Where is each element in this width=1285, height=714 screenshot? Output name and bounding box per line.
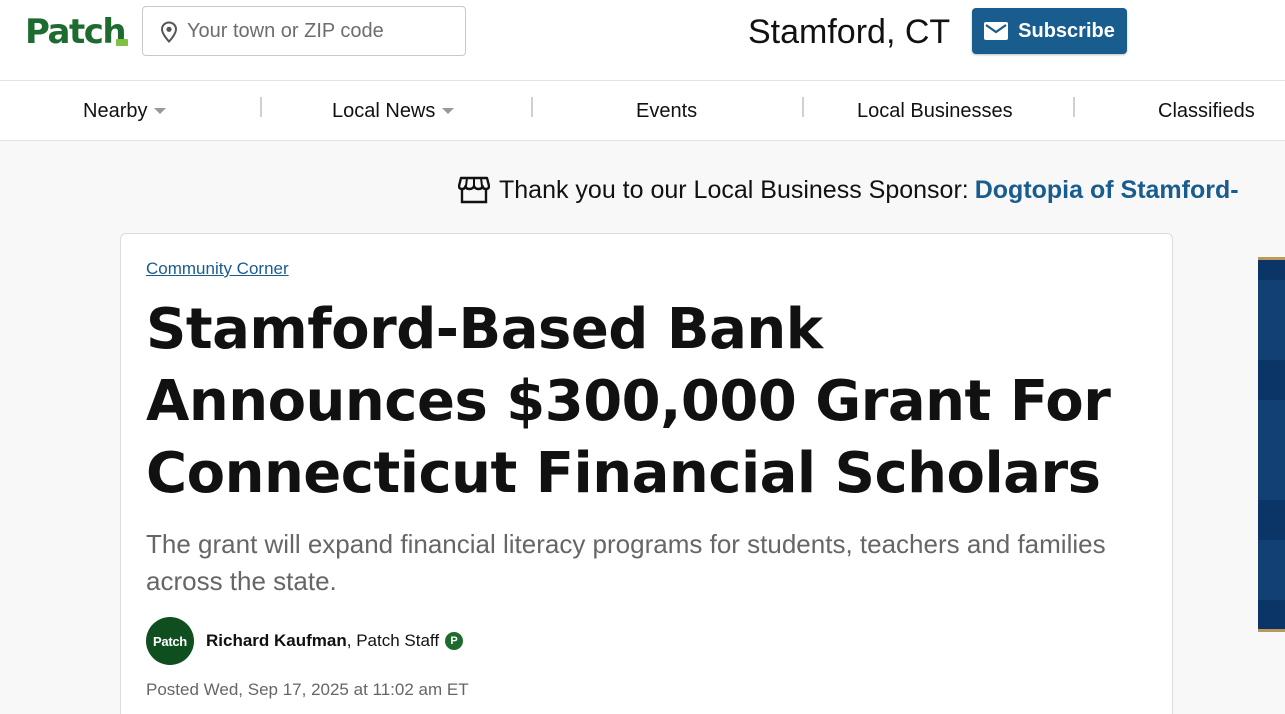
ad-panel <box>1258 280 1285 360</box>
patch-logo[interactable]: Patch <box>25 12 127 52</box>
sponsor-banner: Thank you to our Local Business Sponsor:… <box>458 170 1239 210</box>
author-role: , Patch Staff <box>346 631 440 650</box>
storefront-icon <box>458 176 490 204</box>
chevron-down-icon <box>442 108 455 114</box>
posted-timestamp: Posted Wed, Sep 17, 2025 at 11:02 am ET <box>146 680 469 699</box>
ad-panel <box>1258 540 1285 600</box>
nav-divider <box>260 97 262 117</box>
author-avatar[interactable]: Patch <box>146 617 194 665</box>
nav-item-local-news[interactable]: Local News <box>332 81 455 141</box>
nav-label: Events <box>636 99 698 122</box>
current-town: Stamford, CT <box>748 13 951 51</box>
sponsor-link[interactable]: Dogtopia of Stamford- <box>975 176 1239 205</box>
nav-item-classifieds[interactable]: Classifieds <box>1158 81 1255 141</box>
staff-badge-icon: P <box>445 632 464 650</box>
location-pin-icon <box>160 21 178 43</box>
nav-label: Nearby <box>83 99 148 122</box>
subscribe-button[interactable]: Subscribe <box>972 8 1127 54</box>
side-advertisement[interactable] <box>1258 257 1285 632</box>
nav-divider <box>1073 97 1075 117</box>
article-card: Community Corner Stamford-Based Bank Ann… <box>120 233 1173 714</box>
subscribe-label: Subscribe <box>1018 19 1115 42</box>
patch-logo-mark <box>116 39 128 46</box>
mail-icon <box>984 22 1009 40</box>
nav-label: Local Businesses <box>857 99 1013 122</box>
chevron-down-icon <box>154 108 167 114</box>
nav-item-events[interactable]: Events <box>636 81 697 141</box>
main-nav: Nearby Local News Events Local Businesse… <box>0 81 1285 141</box>
article-category-link[interactable]: Community Corner <box>146 259 289 279</box>
ad-panel <box>1258 400 1285 500</box>
nav-label: Classifieds <box>1158 99 1255 122</box>
nav-label: Local News <box>332 99 436 122</box>
article-deck: The grant will expand financial literacy… <box>146 529 1106 596</box>
article-headline: Stamford-Based Bank Announces $300,000 G… <box>146 297 1111 506</box>
site-header: Patch Stamford, CT Subscribe <box>0 0 1285 81</box>
article-byline: Patch Richard Kaufman , Patch Staff P <box>146 617 464 665</box>
nav-divider <box>802 97 804 117</box>
nav-item-nearby[interactable]: Nearby <box>83 81 167 141</box>
nav-item-local-businesses[interactable]: Local Businesses <box>857 81 1013 141</box>
nav-divider <box>531 97 533 117</box>
location-search-input[interactable] <box>187 16 457 46</box>
author-name[interactable]: Richard Kaufman <box>206 631 347 651</box>
sponsor-prefix: Thank you to our Local Business Sponsor: <box>499 175 969 204</box>
location-search[interactable] <box>142 6 466 56</box>
